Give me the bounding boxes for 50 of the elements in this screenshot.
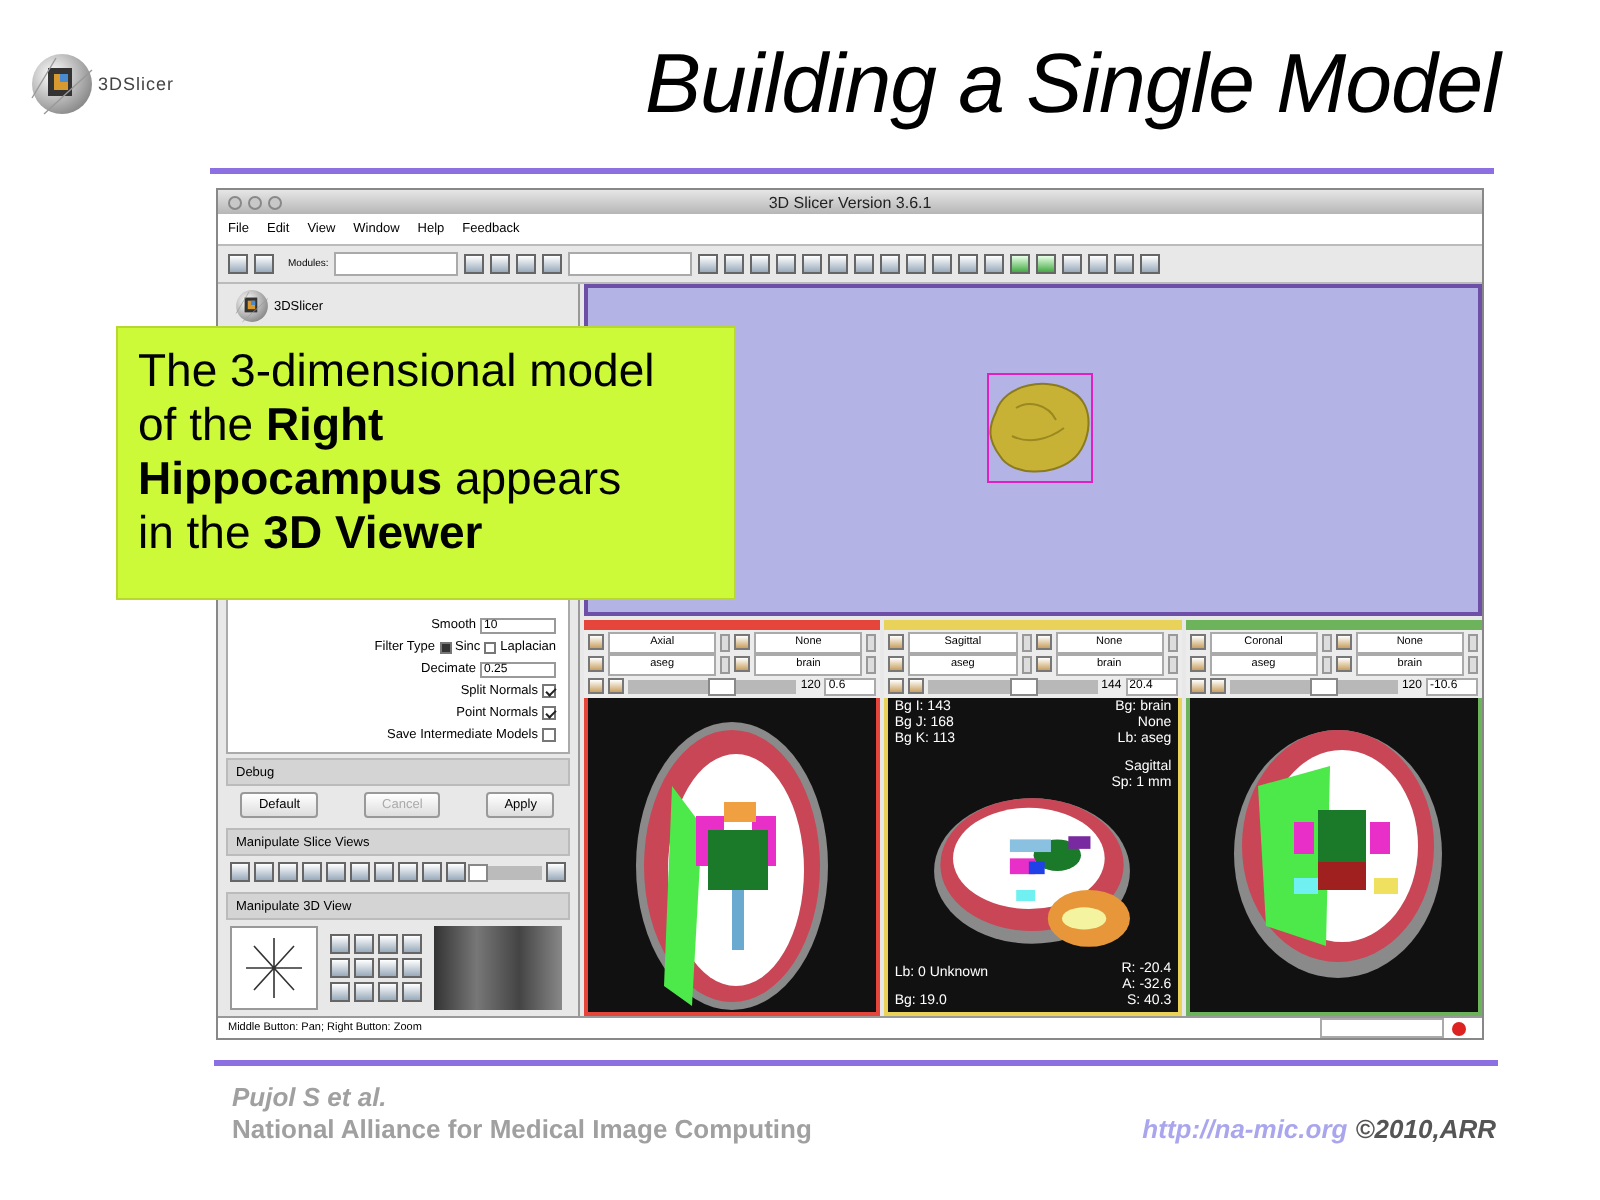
toolbar-icon[interactable] xyxy=(880,254,901,274)
toolbar-icon[interactable] xyxy=(932,254,953,274)
toolbar-icon[interactable] xyxy=(1088,254,1109,274)
slice-slider[interactable] xyxy=(928,679,1098,693)
slider-thumb[interactable] xyxy=(467,863,488,881)
logo-text: 3DSlicer xyxy=(98,74,175,94)
checkbox[interactable] xyxy=(542,728,556,742)
error-icon[interactable] xyxy=(1452,1021,1466,1035)
slide-title: Building a Single Model xyxy=(643,36,1505,132)
toolbar-icon[interactable] xyxy=(516,254,537,274)
toolbar-icon[interactable] xyxy=(854,254,875,274)
toolbar-icon[interactable] xyxy=(802,254,823,274)
toolbar-icon[interactable] xyxy=(1010,254,1031,274)
toolbar-icon[interactable] xyxy=(1036,254,1057,274)
author-text: Pujol S et al. xyxy=(232,1082,389,1112)
toolbar-icon[interactable] xyxy=(490,254,511,274)
toolbar-icon[interactable] xyxy=(984,254,1005,274)
copyright-text: ©2010,ARR xyxy=(1355,1114,1496,1144)
sphere-logo-icon xyxy=(234,288,270,324)
radio-button[interactable] xyxy=(484,641,497,653)
toolbar-icon[interactable] xyxy=(542,254,563,274)
slice-slider[interactable] xyxy=(1229,679,1398,693)
toolbar-icon[interactable] xyxy=(906,254,927,274)
toolbar-icon[interactable] xyxy=(698,254,719,274)
slider-thumb[interactable] xyxy=(708,677,737,695)
slider-thumb[interactable] xyxy=(1009,677,1038,695)
callout-text: The 3-dimensional model of the Right Hippocampus appears in the 3D Viewer xyxy=(116,326,736,600)
toolbar-icon[interactable] xyxy=(724,254,745,274)
radio-button[interactable] xyxy=(439,641,452,653)
navigation-thumbnail xyxy=(434,926,562,1010)
slice-tool-icon[interactable] xyxy=(546,862,566,882)
toolbar-icon[interactable] xyxy=(750,254,771,274)
toolbar-icon[interactable] xyxy=(958,254,979,274)
slice-slider[interactable] xyxy=(628,679,797,693)
toolbar-icon[interactable] xyxy=(1062,254,1083,274)
status-field xyxy=(1320,1018,1444,1038)
toolbar-icon[interactable] xyxy=(1114,254,1135,274)
sphere-logo-icon xyxy=(28,50,96,118)
window-title: 3D Slicer Version 3.6.1 xyxy=(768,193,932,211)
toolbar-icon[interactable] xyxy=(1140,254,1161,274)
checkbox[interactable] xyxy=(542,706,556,720)
search-field[interactable] xyxy=(568,252,693,276)
checkbox[interactable] xyxy=(542,684,556,698)
slider-thumb[interactable] xyxy=(1309,677,1338,695)
toolbar-icon[interactable] xyxy=(776,254,797,274)
axes-orientation-icon[interactable] xyxy=(230,926,318,1010)
slice-fade-slider[interactable] xyxy=(470,865,542,879)
organization-text: National Alliance for Medical Image Computing xyxy=(232,1114,812,1144)
toolbar-icon[interactable] xyxy=(464,254,485,274)
toolbar-icon[interactable] xyxy=(828,254,849,274)
